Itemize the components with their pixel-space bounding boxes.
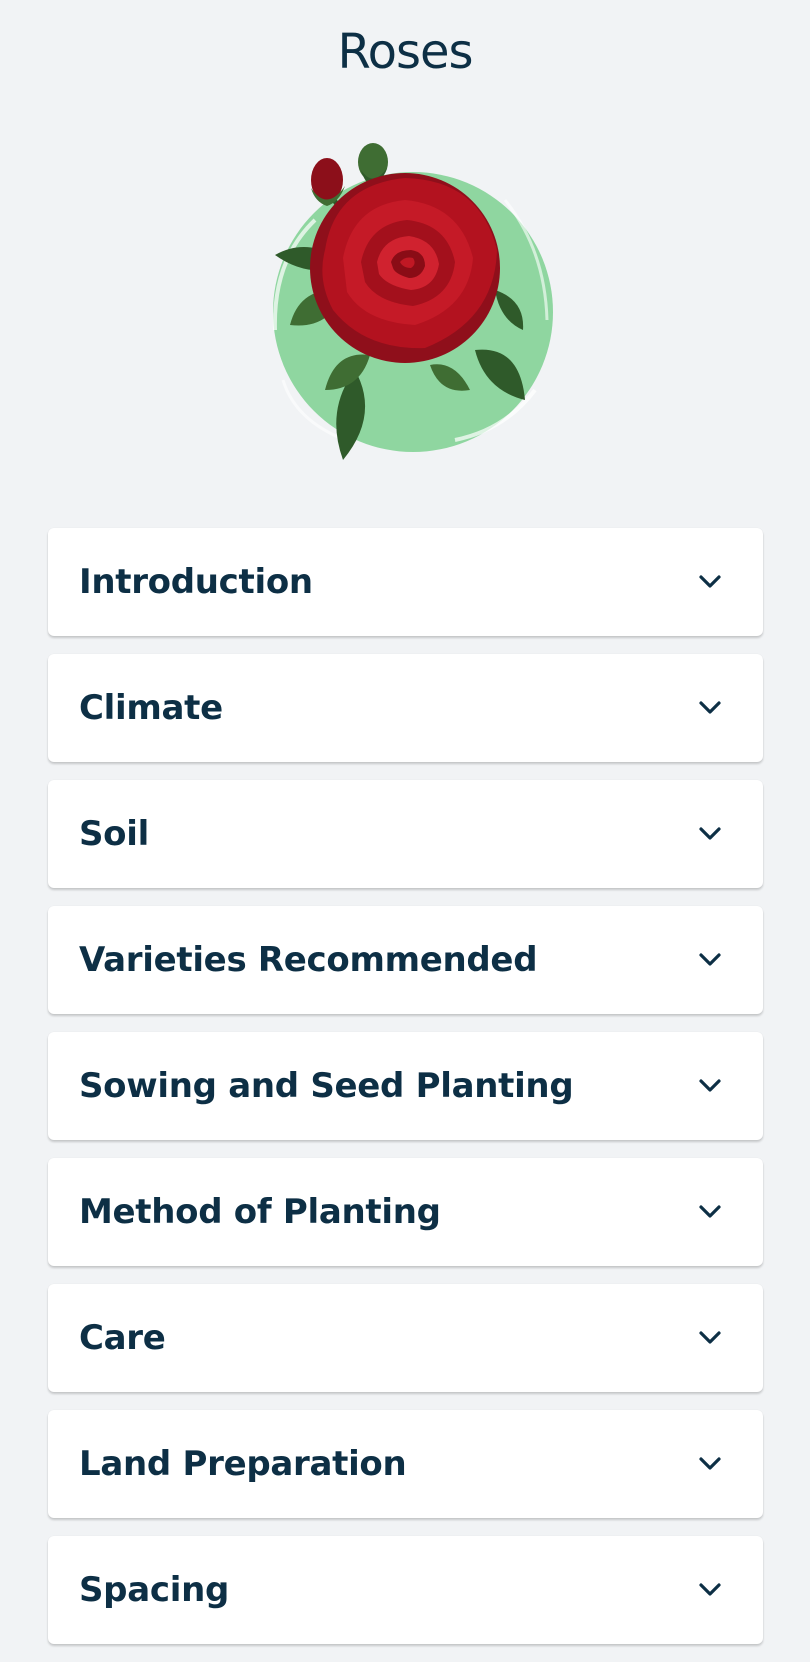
section-label: Land Preparation [79, 1444, 407, 1484]
section-method-of-planting[interactable]: Method of Planting [48, 1158, 763, 1266]
section-climate[interactable]: Climate [48, 654, 763, 762]
section-label: Climate [79, 688, 223, 728]
section-accordion: Introduction Climate Soil Varieties Reco… [48, 528, 763, 1662]
rose-image [255, 140, 565, 470]
chevron-down-icon[interactable] [697, 696, 723, 720]
section-label: Spacing [79, 1570, 230, 1610]
chevron-down-icon[interactable] [697, 948, 723, 972]
section-spacing[interactable]: Spacing [48, 1536, 763, 1644]
section-varieties-recommended[interactable]: Varieties Recommended [48, 906, 763, 1014]
section-label: Soil [79, 814, 149, 854]
section-sowing-and-seed-planting[interactable]: Sowing and Seed Planting [48, 1032, 763, 1140]
section-care[interactable]: Care [48, 1284, 763, 1392]
chevron-down-icon[interactable] [697, 822, 723, 846]
section-label: Introduction [79, 562, 313, 602]
section-label: Method of Planting [79, 1192, 441, 1232]
section-label: Care [79, 1318, 166, 1358]
section-introduction[interactable]: Introduction [48, 528, 763, 636]
section-land-preparation[interactable]: Land Preparation [48, 1410, 763, 1518]
page-title: Roses [337, 24, 473, 80]
chevron-down-icon[interactable] [697, 1326, 723, 1350]
rose-illustration [272, 143, 553, 460]
section-label: Varieties Recommended [79, 940, 538, 980]
chevron-down-icon[interactable] [697, 1452, 723, 1476]
chevron-down-icon[interactable] [697, 570, 723, 594]
chevron-down-icon[interactable] [697, 1578, 723, 1602]
chevron-down-icon[interactable] [697, 1074, 723, 1098]
section-soil[interactable]: Soil [48, 780, 763, 888]
chevron-down-icon[interactable] [697, 1200, 723, 1224]
section-label: Sowing and Seed Planting [79, 1066, 574, 1106]
